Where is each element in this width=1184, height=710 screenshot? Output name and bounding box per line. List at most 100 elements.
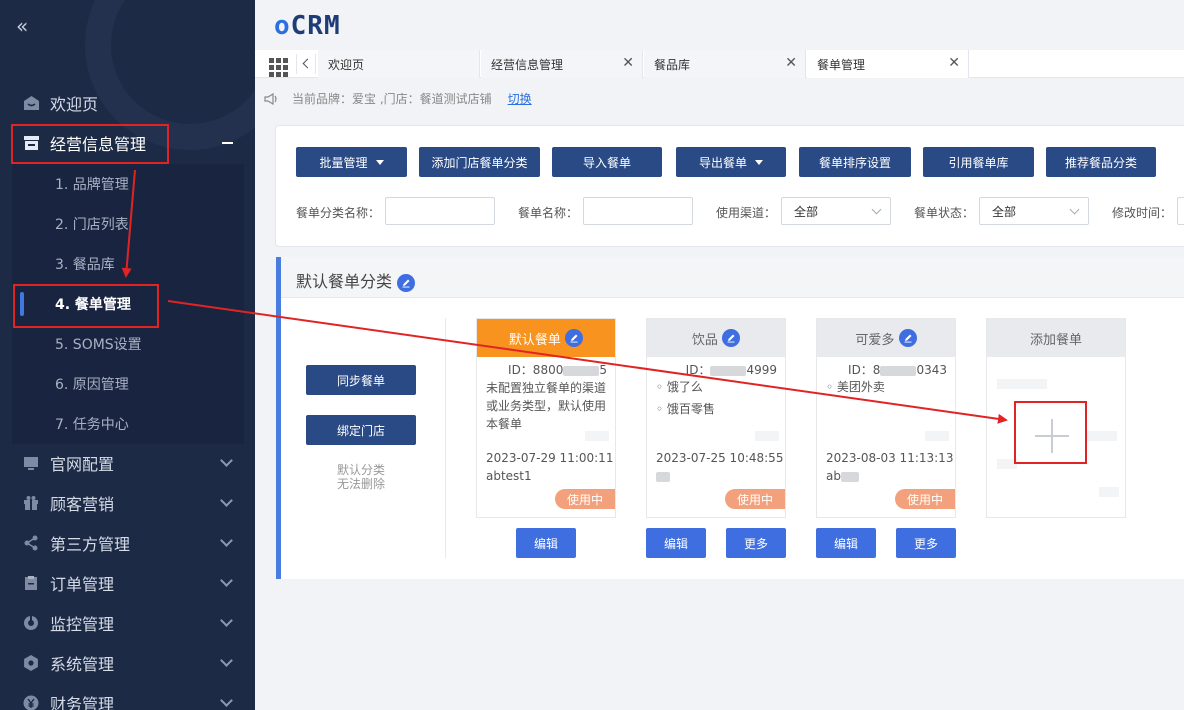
category-title: 默认餐单分类 (296, 268, 416, 292)
status-badge: 使用中 (895, 489, 955, 509)
sidebar-item-label: 官网配置 (50, 455, 115, 474)
close-icon[interactable]: ✕ (785, 55, 797, 71)
edit-button[interactable]: 编辑 (516, 528, 576, 558)
import-menu-button[interactable]: 导入餐单 (552, 147, 662, 177)
card-header[interactable]: 默认餐单 (477, 319, 615, 357)
card-date: 2023-07-29 11:00:11 (486, 451, 614, 465)
sidebar-subitem-soms[interactable]: 5. SOMS设置 (12, 324, 244, 364)
highlight-box-menu-management (13, 284, 159, 328)
card-header: 添加餐单 (987, 319, 1125, 357)
sidebar-subitem-reasons[interactable]: 6. 原因管理 (12, 364, 244, 404)
card-user: abtest1 (486, 469, 532, 483)
sidebar-item-orders[interactable]: 订单管理 (0, 563, 255, 603)
app-logo: oCRM (274, 11, 341, 41)
tab-welcome[interactable]: 欢迎页 (318, 50, 480, 78)
chevron-down-icon (220, 534, 233, 547)
caret-down-icon (375, 159, 384, 165)
edit-icon[interactable] (565, 329, 584, 347)
edit-button[interactable]: 编辑 (646, 528, 706, 558)
sidebar-item-welcome[interactable]: 欢迎页 (0, 83, 255, 123)
card-header[interactable]: 可爱多 (817, 319, 955, 357)
card-user: ab (826, 469, 859, 483)
sidebar-subitem-dish-library[interactable]: 3. 餐品库 (12, 244, 244, 284)
highlight-box-add-menu (1014, 401, 1087, 464)
screen-icon (22, 454, 40, 472)
sidebar-item-label: 系统管理 (50, 655, 115, 674)
tab-label: 餐品库 (654, 57, 691, 72)
reference-library-button[interactable]: 引用餐单库 (923, 147, 1034, 177)
sync-menu-button[interactable]: 同步餐单 (306, 365, 416, 395)
switch-link[interactable]: 切换 (508, 90, 532, 107)
status-badge: 使用中 (555, 489, 615, 509)
sidebar-subitem-tasks[interactable]: 7. 任务中心 (12, 404, 244, 444)
sidebar-item-label: 订单管理 (50, 575, 115, 594)
chevron-left-icon[interactable] (296, 54, 316, 74)
modified-time-input[interactable] (1177, 197, 1184, 225)
category-name-input[interactable] (385, 197, 495, 225)
sidebar-item-finance[interactable]: 财务管理 (0, 683, 255, 710)
chevron-down-icon (220, 574, 233, 587)
close-icon[interactable]: ✕ (622, 55, 634, 71)
home-icon (22, 94, 40, 112)
tab-bar: 欢迎页 经营信息管理 ✕ 餐品库 ✕ 餐单管理 ✕ (255, 50, 1184, 78)
edit-icon[interactable] (898, 329, 917, 347)
card-channels: ◦ 饿了么 ◦ 饿百零售 (656, 380, 715, 416)
chevron-down-icon (220, 654, 233, 667)
add-store-category-button[interactable]: 添加门店餐单分类 (419, 147, 540, 177)
highlight-box-business-info (11, 124, 169, 164)
sidebar-item-third-party[interactable]: 第三方管理 (0, 523, 255, 563)
subitem-label: 6. 原因管理 (55, 377, 129, 393)
menu-card-drinks: 饮品 ID： 4999 ◦ 饿了么 ◦ 饿百零售 2023-07-25 10:48:… (646, 318, 786, 518)
edit-icon[interactable] (722, 329, 741, 347)
collapse-minus-icon (222, 142, 233, 144)
status-select[interactable]: 全部 (979, 197, 1089, 225)
more-button[interactable]: 更多 (896, 528, 956, 558)
tab-label: 经营信息管理 (491, 57, 564, 72)
share-icon (22, 534, 40, 552)
tab-menu-management[interactable]: 餐单管理 ✕ (807, 50, 969, 78)
notice-text: 当前品牌：爱宝 ,门店：餐道测试店铺 (292, 92, 492, 106)
clipboard-icon (22, 574, 40, 592)
chevron-down-icon (220, 494, 233, 507)
tab-business-info[interactable]: 经营信息管理 ✕ (481, 50, 643, 78)
sidebar-item-marketing[interactable]: 顾客营销 (0, 483, 255, 523)
chevron-down-icon (220, 694, 233, 707)
caret-down-icon (755, 159, 763, 165)
menu-sort-button[interactable]: 餐单排序设置 (799, 147, 911, 177)
yen-icon (22, 694, 40, 710)
card-channels: ◦ 美团外卖 (826, 380, 885, 394)
more-button[interactable]: 更多 (726, 528, 786, 558)
card-id: ID：8800 5 (508, 363, 607, 377)
subitem-label: 1. 品牌管理 (55, 177, 129, 193)
card-header[interactable]: 饮品 (647, 319, 785, 357)
sidebar-item-label: 欢迎页 (50, 95, 99, 114)
batch-manage-button[interactable]: 批量管理 (296, 147, 407, 177)
sidebar-item-system[interactable]: 系统管理 (0, 643, 255, 683)
edit-icon[interactable] (397, 273, 416, 292)
menu-name-input[interactable] (583, 197, 693, 225)
chevron-down-icon (871, 204, 882, 215)
collapse-sidebar-icon[interactable]: « (16, 16, 28, 36)
sidebar-subitem-store-list[interactable]: 2. 门店列表 (12, 204, 244, 244)
channel-select[interactable]: 全部 (781, 197, 891, 225)
tab-label: 欢迎页 (328, 57, 365, 72)
sidebar-item-label: 财务管理 (50, 695, 115, 710)
sidebar-item-monitoring[interactable]: 监控管理 (0, 603, 255, 643)
edit-button[interactable]: 编辑 (816, 528, 876, 558)
export-menu-button[interactable]: 导出餐单 (676, 147, 786, 177)
default-note: 默认分类 无法删除 (336, 463, 385, 491)
recommend-category-button[interactable]: 推荐餐品分类 (1046, 147, 1156, 177)
gear-icon (22, 654, 40, 672)
card-description: 未配置独立餐单的渠道或业务类型，默认使用本餐单 (486, 381, 607, 431)
chevron-down-icon (220, 454, 233, 467)
menu-card-cornetto: 可爱多 ID：8 0343 ◦ 美团外卖 2023-08-03 11:13:13 … (816, 318, 956, 518)
channel-label: 使用渠道： (716, 206, 777, 220)
category-header: 默认餐单分类 (281, 257, 1184, 298)
bind-store-button[interactable]: 绑定门店 (306, 415, 416, 445)
close-icon[interactable]: ✕ (948, 55, 960, 71)
grid-menu-icon[interactable] (263, 54, 289, 77)
sidebar-item-website[interactable]: 官网配置 (0, 443, 255, 483)
tab-dish-library[interactable]: 餐品库 ✕ (644, 50, 806, 78)
card-user (656, 469, 670, 483)
sidebar-subitem-brand[interactable]: 1. 品牌管理 (12, 164, 244, 204)
